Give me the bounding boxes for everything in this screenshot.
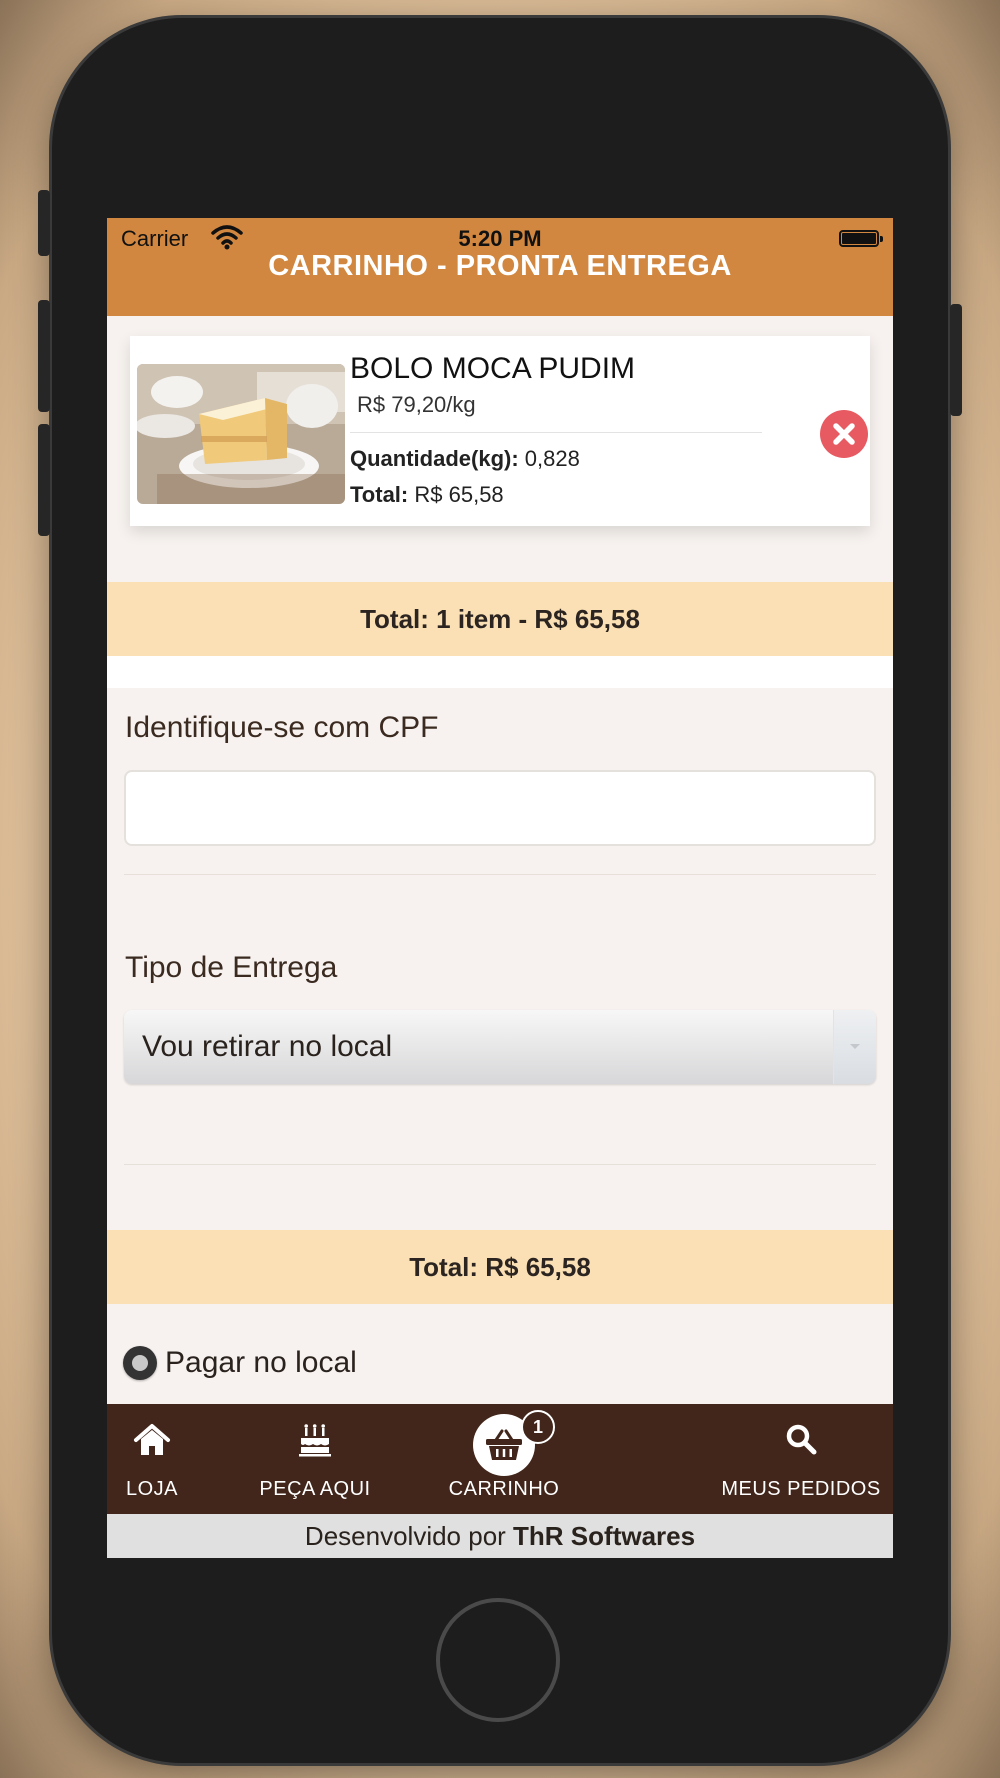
cart-item-card: BOLO MOCA PUDIM R$ 79,20/kg Quantidade(k…	[130, 336, 870, 526]
tab-label: CARRINHO	[448, 1478, 560, 1500]
product-name: BOLO MOCA PUDIM	[350, 352, 636, 385]
item-divider	[350, 432, 762, 433]
payment-option[interactable]: Pagar no local	[123, 1343, 357, 1383]
power-button	[950, 304, 962, 416]
quantity-label: Quantidade(kg):	[350, 446, 519, 471]
tab-carrinho[interactable]: 1 CARRINHO	[409, 1404, 599, 1514]
cart-summary-text: Total: 1 item - R$ 65,58	[360, 604, 640, 634]
payment-option-label: Pagar no local	[165, 1346, 357, 1379]
tab-label: PEÇA AQUI	[259, 1478, 371, 1500]
delivery-type-value: Vou retirar no local	[142, 1030, 393, 1063]
form-divider	[124, 874, 876, 875]
cart-count-badge: 1	[521, 1410, 555, 1444]
bottom-tab-bar: LOJA PEÇA AQUI 1 CARRINHO MEUS PEDIDOS	[107, 1404, 893, 1514]
quantity-value: 0,828	[524, 446, 580, 471]
remove-item-button[interactable]	[820, 410, 868, 458]
battery-icon	[839, 230, 883, 247]
home-button[interactable]	[436, 1598, 560, 1722]
header-bar: Carrier 5:20 PM CARRINHO - PRONTA ENTREG…	[107, 218, 893, 316]
tab-label: MEUS PEDIDOS	[721, 1478, 881, 1500]
item-total-row: Total: R$ 65,58	[350, 482, 504, 508]
search-icon	[721, 1422, 881, 1462]
order-total-text: Total: R$ 65,58	[409, 1252, 591, 1282]
product-image	[137, 364, 345, 504]
cart-summary-band: Total: 1 item - R$ 65,58	[107, 582, 893, 656]
quantity-row: Quantidade(kg): 0,828	[350, 446, 580, 472]
volume-down-button	[38, 424, 50, 536]
mute-switch	[38, 190, 50, 256]
page-title: CARRINHO - PRONTA ENTREGA	[268, 250, 732, 282]
tab-peca-aqui[interactable]: PEÇA AQUI	[220, 1404, 410, 1514]
footer-prefix: Desenvolvido por	[304, 1521, 514, 1551]
spacer	[107, 656, 893, 688]
delivery-type-label: Tipo de Entrega	[125, 951, 338, 984]
delivery-type-select[interactable]: Vou retirar no local	[124, 1010, 876, 1084]
order-total-band: Total: R$ 65,58	[107, 1230, 893, 1304]
cart-icon-wrap	[409, 1414, 599, 1476]
item-total-label: Total:	[350, 482, 409, 507]
cpf-label: Identifique-se com CPF	[125, 711, 439, 744]
status-time: 5:20 PM	[458, 226, 542, 251]
footer-credit: Desenvolvido por ThR Softwares	[107, 1514, 893, 1558]
chevron-down-icon	[833, 1010, 876, 1084]
item-total-value: R$ 65,58	[414, 482, 504, 507]
volume-up-button	[38, 300, 50, 412]
tab-meus-pedidos[interactable]: MEUS PEDIDOS	[721, 1404, 881, 1514]
product-price: R$ 79,20/kg	[357, 392, 476, 417]
close-icon	[833, 423, 855, 445]
cpf-input[interactable]	[124, 770, 876, 846]
cake-icon	[220, 1422, 410, 1462]
footer-brand[interactable]: ThR Softwares	[513, 1521, 695, 1551]
app-screen: Carrier 5:20 PM CARRINHO - PRONTA ENTREG…	[107, 218, 893, 1558]
form-divider	[124, 1164, 876, 1165]
payment-radio[interactable]	[123, 1346, 157, 1380]
